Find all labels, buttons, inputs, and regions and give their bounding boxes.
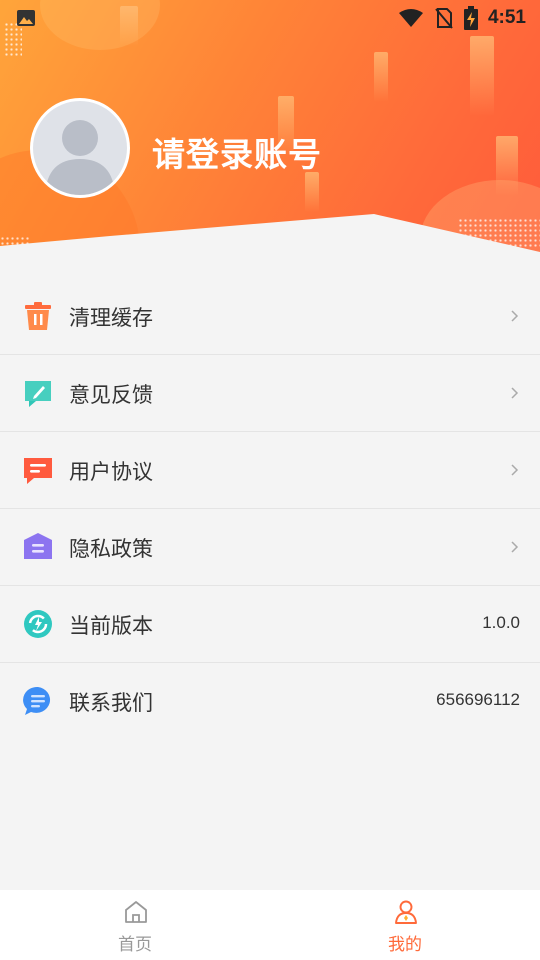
chevron-right-icon bbox=[511, 464, 519, 476]
trash-icon bbox=[25, 302, 51, 330]
menu-item-label: 联系我们 bbox=[69, 691, 153, 715]
profile-icon bbox=[395, 900, 417, 924]
chevron-right-icon bbox=[511, 387, 519, 399]
default-avatar-icon bbox=[33, 101, 127, 195]
version-value: 1.0.0 bbox=[482, 613, 520, 632]
avatar[interactable] bbox=[30, 98, 130, 198]
chevron-right-icon bbox=[511, 541, 519, 553]
menu-item-label: 意见反馈 bbox=[69, 383, 153, 407]
bottom-navigation: 首页 我的 bbox=[0, 890, 540, 960]
tab-home[interactable]: 首页 bbox=[0, 890, 270, 960]
menu-item-label: 用户协议 bbox=[69, 460, 153, 484]
login-prompt[interactable]: 请登录账号 bbox=[152, 128, 322, 176]
version-refresh-icon bbox=[24, 610, 52, 638]
contact-value: 656696112 bbox=[436, 690, 520, 709]
menu-item-current-version[interactable]: 当前版本 1.0.0 bbox=[0, 586, 540, 663]
chevron-right-icon bbox=[511, 310, 519, 322]
wifi-icon bbox=[398, 9, 423, 27]
menu-item-clear-cache[interactable]: 清理缓存 bbox=[0, 278, 540, 355]
menu-item-feedback[interactable]: 意见反馈 bbox=[0, 355, 540, 432]
tab-label: 我的 bbox=[388, 935, 422, 955]
status-time: 4:51 bbox=[487, 7, 526, 28]
agreement-message-icon bbox=[24, 458, 52, 484]
menu-item-privacy-policy[interactable]: 隐私政策 bbox=[0, 509, 540, 586]
menu-item-label: 当前版本 bbox=[69, 614, 153, 638]
no-sim-icon bbox=[435, 8, 453, 29]
tab-profile[interactable]: 我的 bbox=[270, 890, 540, 960]
menu-item-label: 隐私政策 bbox=[69, 537, 153, 561]
contact-chat-icon bbox=[23, 686, 51, 715]
privacy-shield-icon bbox=[24, 533, 52, 559]
tab-label: 首页 bbox=[118, 935, 152, 955]
image-notification-icon bbox=[17, 10, 35, 26]
menu-item-label: 清理缓存 bbox=[69, 306, 153, 330]
menu-item-contact-us[interactable]: 联系我们 656696112 bbox=[0, 663, 540, 740]
settings-menu: 清理缓存 意见反馈 用户协议 隐私政策 当前版本 1.0.0 联系我们 6566… bbox=[0, 278, 540, 740]
menu-item-user-agreement[interactable]: 用户协议 bbox=[0, 432, 540, 509]
battery-charging-icon bbox=[463, 6, 478, 30]
home-icon bbox=[125, 901, 147, 923]
feedback-edit-icon bbox=[25, 381, 51, 407]
profile-header: 4:51 请登录账号 bbox=[0, 0, 540, 256]
status-bar: 4:51 bbox=[0, 0, 540, 36]
